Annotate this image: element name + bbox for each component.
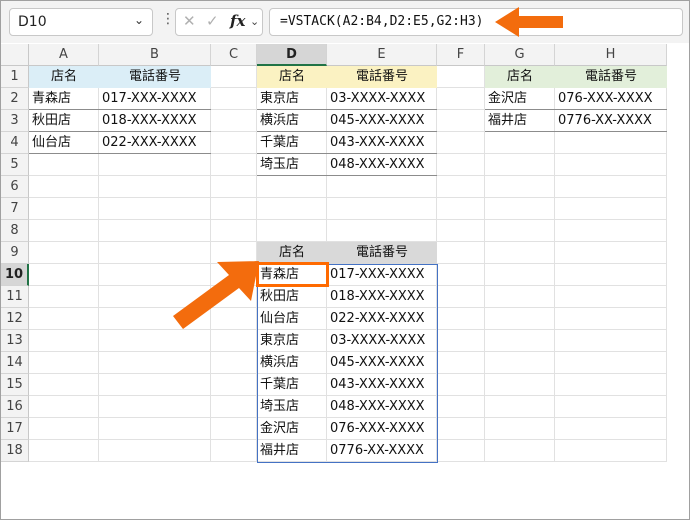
orange-arrow-diagonal-icon <box>173 261 259 329</box>
store-name-cell[interactable]: 秋田店 <box>29 110 99 132</box>
row-header-13[interactable]: 13 <box>1 330 29 352</box>
gridline <box>29 219 667 220</box>
table-header-name[interactable]: 店名 <box>29 66 99 88</box>
orange-arrow-left-icon <box>495 7 563 37</box>
row-header-16[interactable]: 16 <box>1 396 29 418</box>
store-name-cell[interactable]: 千葉店 <box>257 132 327 154</box>
row-header-14[interactable]: 14 <box>1 352 29 374</box>
name-box[interactable]: D10 ⌄ <box>9 8 153 36</box>
column-header-a[interactable]: A <box>29 44 99 66</box>
table-header-phone[interactable]: 電話番号 <box>99 66 211 88</box>
column-header-g[interactable]: G <box>485 44 555 66</box>
store-name-cell[interactable]: 青森店 <box>29 88 99 110</box>
table-header-name[interactable]: 店名 <box>257 66 327 88</box>
store-name-cell[interactable]: 金沢店 <box>485 88 555 110</box>
row-header-4[interactable]: 4 <box>1 132 29 154</box>
active-cell-highlight[interactable] <box>256 262 329 287</box>
name-box-value: D10 <box>18 14 47 30</box>
phone-number-cell[interactable]: 043-XXX-XXXX <box>327 132 437 154</box>
gridline <box>29 197 667 198</box>
table-header-name[interactable]: 店名 <box>257 242 327 264</box>
cancel-icon[interactable]: ✕ <box>183 12 196 30</box>
row-header-18[interactable]: 18 <box>1 440 29 462</box>
phone-number-cell[interactable]: 017-XXX-XXXX <box>99 88 211 110</box>
store-name-cell[interactable]: 福井店 <box>485 110 555 132</box>
row-header-2[interactable]: 2 <box>1 88 29 110</box>
store-name-cell[interactable]: 埼玉店 <box>257 154 327 176</box>
formula-bar-area: D10 ⌄ ⋮ ✕ ✓ fx ⌄ =VSTACK(A2:B4,D2:E5,G2:… <box>1 1 689 43</box>
chevron-down-icon[interactable]: ⌄ <box>134 13 144 27</box>
phone-number-cell[interactable]: 076-XXX-XXXX <box>555 88 667 110</box>
row-header-15[interactable]: 15 <box>1 374 29 396</box>
formula-text: =VSTACK(A2:B4,D2:E5,G2:H3) <box>280 14 484 29</box>
column-header-d[interactable]: D <box>257 44 327 66</box>
phone-number-cell[interactable]: 022-XXX-XXXX <box>99 132 211 154</box>
row-header-11[interactable]: 11 <box>1 286 29 308</box>
column-header-h[interactable]: H <box>555 44 667 66</box>
table-header-name[interactable]: 店名 <box>485 66 555 88</box>
table-header-phone[interactable]: 電話番号 <box>327 242 437 264</box>
insert-function-icon[interactable]: fx <box>230 12 245 30</box>
select-all-corner[interactable] <box>1 44 29 66</box>
row-header-5[interactable]: 5 <box>1 154 29 176</box>
table-header-phone[interactable]: 電話番号 <box>327 66 437 88</box>
row-header-17[interactable]: 17 <box>1 418 29 440</box>
phone-number-cell[interactable]: 048-XXX-XXXX <box>327 154 437 176</box>
phone-number-cell[interactable]: 045-XXX-XXXX <box>327 110 437 132</box>
row-header-8[interactable]: 8 <box>1 220 29 242</box>
phone-number-cell[interactable]: 03-XXXX-XXXX <box>327 88 437 110</box>
chevron-down-icon[interactable]: ⌄ <box>250 15 259 28</box>
formula-input[interactable]: =VSTACK(A2:B4,D2:E5,G2:H3) <box>269 8 683 36</box>
column-header-f[interactable]: F <box>437 44 485 66</box>
formula-buttons: ✕ ✓ fx ⌄ <box>175 8 263 36</box>
column-header-b[interactable]: B <box>99 44 211 66</box>
row-header-7[interactable]: 7 <box>1 198 29 220</box>
table-header-phone[interactable]: 電話番号 <box>555 66 667 88</box>
phone-number-cell[interactable]: 0776-XX-XXXX <box>555 110 667 132</box>
store-name-cell[interactable]: 東京店 <box>257 88 327 110</box>
column-header-c[interactable]: C <box>211 44 257 66</box>
row-header-6[interactable]: 6 <box>1 176 29 198</box>
row-header-3[interactable]: 3 <box>1 110 29 132</box>
row-header-9[interactable]: 9 <box>1 242 29 264</box>
excel-window: D10 ⌄ ⋮ ✕ ✓ fx ⌄ =VSTACK(A2:B4,D2:E5,G2:… <box>0 0 690 520</box>
store-name-cell[interactable]: 仙台店 <box>29 132 99 154</box>
phone-number-cell[interactable]: 018-XXX-XXXX <box>99 110 211 132</box>
enter-check-icon[interactable]: ✓ <box>206 12 219 30</box>
row-header-1[interactable]: 1 <box>1 66 29 88</box>
spill-range-border <box>257 264 438 463</box>
row-header-12[interactable]: 12 <box>1 308 29 330</box>
column-header-e[interactable]: E <box>327 44 437 66</box>
store-name-cell[interactable]: 横浜店 <box>257 110 327 132</box>
row-header-10[interactable]: 10 <box>1 264 29 286</box>
more-options-icon[interactable]: ⋮ <box>161 11 175 27</box>
